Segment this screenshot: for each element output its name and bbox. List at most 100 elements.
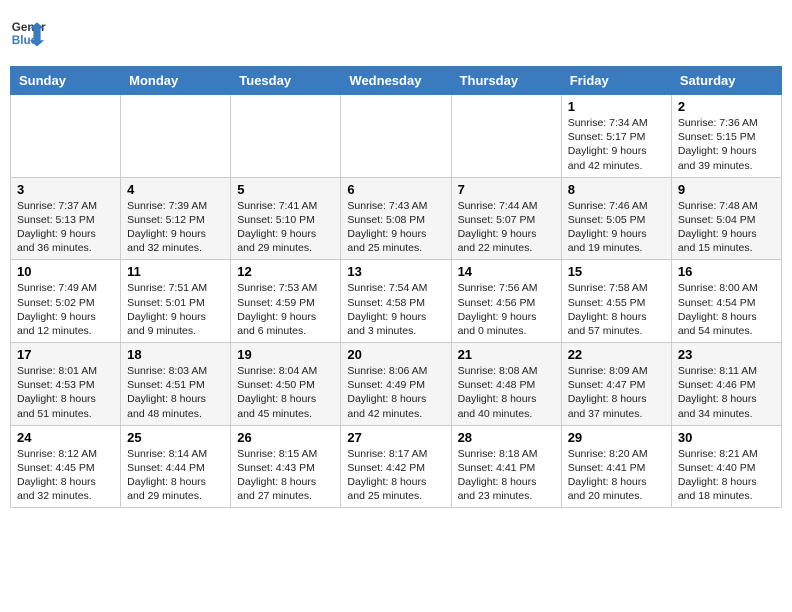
- day-number: 7: [458, 182, 555, 197]
- day-info: Sunrise: 8:18 AM Sunset: 4:41 PM Dayligh…: [458, 447, 555, 504]
- day-number: 16: [678, 264, 775, 279]
- day-info: Sunrise: 7:49 AM Sunset: 5:02 PM Dayligh…: [17, 281, 114, 338]
- col-header-thursday: Thursday: [451, 67, 561, 95]
- day-cell-5: 5 Sunrise: 7:41 AM Sunset: 5:10 PM Daylig…: [231, 177, 341, 260]
- day-cell-23: 23Sunrise: 8:11 AM Sunset: 4:46 PM Dayli…: [671, 343, 781, 426]
- day-info: Sunrise: 7:37 AM Sunset: 5:13 PM Dayligh…: [17, 199, 114, 256]
- col-header-tuesday: Tuesday: [231, 67, 341, 95]
- day-info: Sunrise: 7:58 AM Sunset: 4:55 PM Dayligh…: [568, 281, 665, 338]
- day-cell-22: 22 Sunrise: 8:09 AM Sunset: 4:47 PM Dayli…: [561, 343, 671, 426]
- day-number: 18: [127, 347, 224, 362]
- day-cell-8: 8 Sunrise: 7:46 AM Sunset: 5:05 PM Daylig…: [561, 177, 671, 260]
- day-info: Sunrise: 8:03 AM Sunset: 4:51 PM Dayligh…: [127, 364, 224, 421]
- day-number: 3: [17, 182, 114, 197]
- day-cell-12: 12 Sunrise: 7:53 AM Sunset: 4:59 PM Dayli…: [231, 260, 341, 343]
- day-number: 6: [347, 182, 444, 197]
- day-number: 26: [237, 430, 334, 445]
- day-info: Sunrise: 7:43 AM Sunset: 5:08 PM Dayligh…: [347, 199, 444, 256]
- day-number: 1: [568, 99, 665, 114]
- day-cell-9: 9 Sunrise: 7:48 AM Sunset: 5:04 PM Daylig…: [671, 177, 781, 260]
- day-info: Sunrise: 7:41 AM Sunset: 5:10 PM Dayligh…: [237, 199, 334, 256]
- day-info: Sunrise: 7:46 AM Sunset: 5:05 PM Dayligh…: [568, 199, 665, 256]
- day-info: Sunrise: 8:21 AM Sunset: 4:40 PM Dayligh…: [678, 447, 775, 504]
- day-cell-19: 19Sunrise: 8:04 AM Sunset: 4:50 PM Dayli…: [231, 343, 341, 426]
- day-number: 30: [678, 430, 775, 445]
- day-info: Sunrise: 7:48 AM Sunset: 5:04 PM Dayligh…: [678, 199, 775, 256]
- day-number: 14: [458, 264, 555, 279]
- logo-icon: General Blue: [10, 15, 46, 51]
- day-number: 20: [347, 347, 444, 362]
- day-info: Sunrise: 8:12 AM Sunset: 4:45 PM Dayligh…: [17, 447, 114, 504]
- day-cell-3: 3 Sunrise: 7:37 AM Sunset: 5:13 PM Daylig…: [11, 177, 121, 260]
- day-cell-13: 13 Sunrise: 7:54 AM Sunset: 4:58 PM Dayli…: [341, 260, 451, 343]
- day-number: 9: [678, 182, 775, 197]
- day-info: Sunrise: 8:01 AM Sunset: 4:53 PM Dayligh…: [17, 364, 114, 421]
- day-cell-16: 16 Sunrise: 8:00 AM Sunset: 4:54 PM Dayli…: [671, 260, 781, 343]
- day-number: 11: [127, 264, 224, 279]
- day-info: Sunrise: 8:00 AM Sunset: 4:54 PM Dayligh…: [678, 281, 775, 338]
- day-number: 5: [237, 182, 334, 197]
- week-row-2: 3 Sunrise: 7:37 AM Sunset: 5:13 PM Daylig…: [11, 177, 782, 260]
- day-cell-28: 28 Sunrise: 8:18 AM Sunset: 4:41 PM Dayli…: [451, 425, 561, 508]
- day-number: 27: [347, 430, 444, 445]
- day-cell-1: 1 Sunrise: 7:34 AM Sunset: 5:17 PM Daylig…: [561, 95, 671, 178]
- day-number: 13: [347, 264, 444, 279]
- empty-cell: [121, 95, 231, 178]
- day-cell-7: 7 Sunrise: 7:44 AM Sunset: 5:07 PM Daylig…: [451, 177, 561, 260]
- day-info: Sunrise: 8:15 AM Sunset: 4:43 PM Dayligh…: [237, 447, 334, 504]
- day-number: 25: [127, 430, 224, 445]
- day-info: Sunrise: 8:09 AM Sunset: 4:47 PM Dayligh…: [568, 364, 665, 421]
- day-cell-14: 14 Sunrise: 7:56 AM Sunset: 4:56 PM Dayli…: [451, 260, 561, 343]
- day-info: Sunrise: 7:56 AM Sunset: 4:56 PM Dayligh…: [458, 281, 555, 338]
- day-cell-2: 2 Sunrise: 7:36 AM Sunset: 5:15 PM Daylig…: [671, 95, 781, 178]
- day-cell-27: 27 Sunrise: 8:17 AM Sunset: 4:42 PM Dayli…: [341, 425, 451, 508]
- header: General Blue: [10, 10, 782, 56]
- day-info: Sunrise: 7:36 AM Sunset: 5:15 PM Dayligh…: [678, 116, 775, 173]
- day-number: 10: [17, 264, 114, 279]
- week-row-4: 17 Sunrise: 8:01 AM Sunset: 4:53 PM Dayli…: [11, 343, 782, 426]
- day-cell-24: 24 Sunrise: 8:12 AM Sunset: 4:45 PM Dayli…: [11, 425, 121, 508]
- empty-cell: [341, 95, 451, 178]
- calendar-table: SundayMondayTuesdayWednesdayThursdayFrid…: [10, 66, 782, 508]
- day-cell-11: 11 Sunrise: 7:51 AM Sunset: 5:01 PM Dayli…: [121, 260, 231, 343]
- day-info: Sunrise: 8:04 AM Sunset: 4:50 PM Dayligh…: [237, 364, 334, 421]
- day-cell-15: 15 Sunrise: 7:58 AM Sunset: 4:55 PM Dayli…: [561, 260, 671, 343]
- day-info: Sunrise: 7:34 AM Sunset: 5:17 PM Dayligh…: [568, 116, 665, 173]
- day-number: 12: [237, 264, 334, 279]
- day-info: Sunrise: 7:54 AM Sunset: 4:58 PM Dayligh…: [347, 281, 444, 338]
- day-info: Sunrise: 8:17 AM Sunset: 4:42 PM Dayligh…: [347, 447, 444, 504]
- week-row-1: 1 Sunrise: 7:34 AM Sunset: 5:17 PM Daylig…: [11, 95, 782, 178]
- header-row: SundayMondayTuesdayWednesdayThursdayFrid…: [11, 67, 782, 95]
- day-info: Sunrise: 7:39 AM Sunset: 5:12 PM Dayligh…: [127, 199, 224, 256]
- day-info: Sunrise: 8:06 AM Sunset: 4:49 PM Dayligh…: [347, 364, 444, 421]
- week-row-3: 10 Sunrise: 7:49 AM Sunset: 5:02 PM Dayli…: [11, 260, 782, 343]
- col-header-monday: Monday: [121, 67, 231, 95]
- day-cell-18: 18 Sunrise: 8:03 AM Sunset: 4:51 PM Dayli…: [121, 343, 231, 426]
- day-number: 22: [568, 347, 665, 362]
- day-info: Sunrise: 7:51 AM Sunset: 5:01 PM Dayligh…: [127, 281, 224, 338]
- empty-cell: [451, 95, 561, 178]
- col-header-sunday: Sunday: [11, 67, 121, 95]
- day-info: Sunrise: 8:14 AM Sunset: 4:44 PM Dayligh…: [127, 447, 224, 504]
- day-number: 24: [17, 430, 114, 445]
- day-cell-10: 10 Sunrise: 7:49 AM Sunset: 5:02 PM Dayli…: [11, 260, 121, 343]
- day-cell-20: 20 Sunrise: 8:06 AM Sunset: 4:49 PM Dayli…: [341, 343, 451, 426]
- day-info: Sunrise: 8:11 AM Sunset: 4:46 PM Dayligh…: [678, 364, 775, 421]
- day-cell-21: 21 Sunrise: 8:08 AM Sunset: 4:48 PM Dayli…: [451, 343, 561, 426]
- day-number: 28: [458, 430, 555, 445]
- day-number: 2: [678, 99, 775, 114]
- day-number: 21: [458, 347, 555, 362]
- day-info: Sunrise: 7:53 AM Sunset: 4:59 PM Dayligh…: [237, 281, 334, 338]
- day-number: 15: [568, 264, 665, 279]
- day-number: 17: [17, 347, 114, 362]
- day-number: 8: [568, 182, 665, 197]
- day-cell-4: 4Sunrise: 7:39 AM Sunset: 5:12 PM Daylig…: [121, 177, 231, 260]
- day-cell-29: 29Sunrise: 8:20 AM Sunset: 4:41 PM Dayli…: [561, 425, 671, 508]
- day-cell-30: 30 Sunrise: 8:21 AM Sunset: 4:40 PM Dayli…: [671, 425, 781, 508]
- day-info: Sunrise: 7:44 AM Sunset: 5:07 PM Dayligh…: [458, 199, 555, 256]
- day-info: Sunrise: 8:08 AM Sunset: 4:48 PM Dayligh…: [458, 364, 555, 421]
- day-cell-25: 25 Sunrise: 8:14 AM Sunset: 4:44 PM Dayli…: [121, 425, 231, 508]
- day-cell-26: 26 Sunrise: 8:15 AM Sunset: 4:43 PM Dayli…: [231, 425, 341, 508]
- empty-cell: [11, 95, 121, 178]
- week-row-5: 24 Sunrise: 8:12 AM Sunset: 4:45 PM Dayli…: [11, 425, 782, 508]
